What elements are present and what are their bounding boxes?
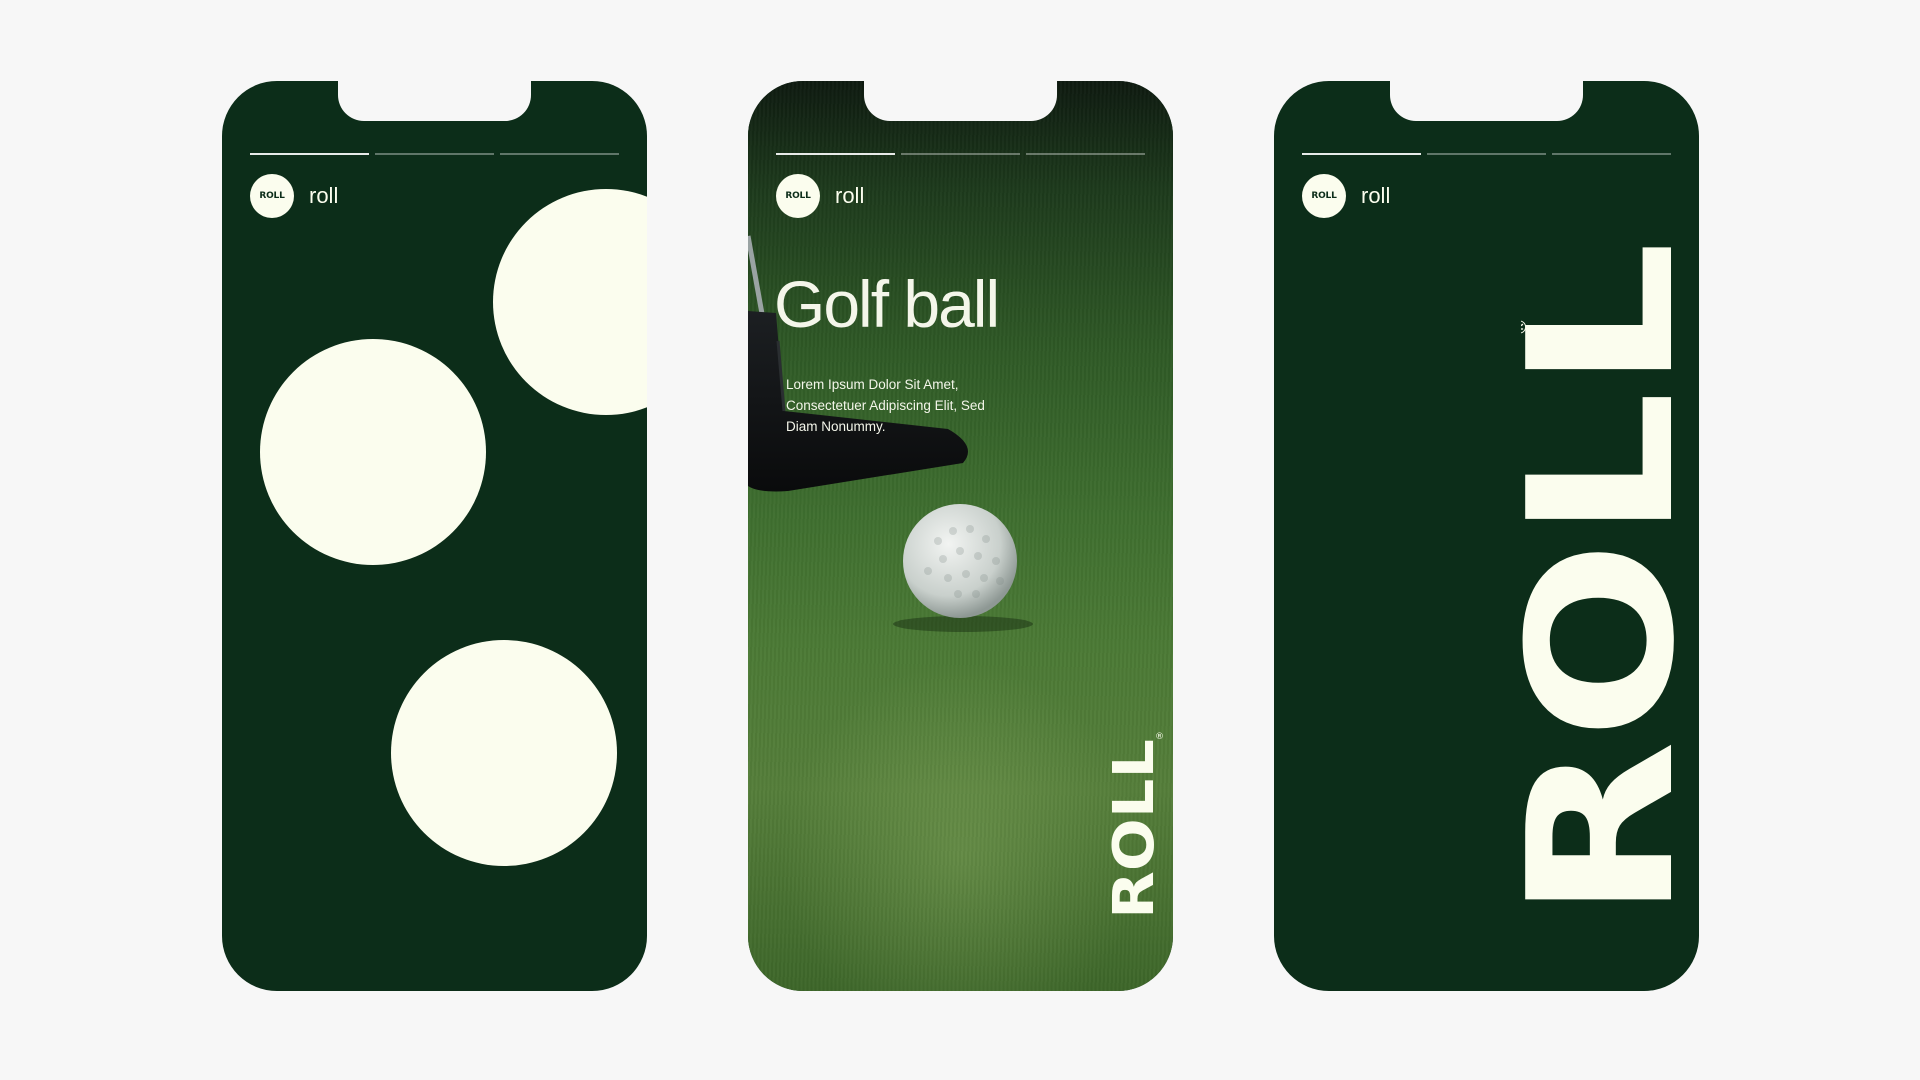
progress-segment: [375, 153, 494, 155]
roll-wordmark-text: ROLL: [1521, 241, 1691, 921]
phone-notch: [1390, 81, 1583, 121]
story-title: Golf ball: [774, 267, 1000, 341]
cream-circle: [260, 339, 486, 565]
story-header[interactable]: ROLL roll: [776, 174, 864, 218]
cream-circle: [391, 640, 617, 866]
brand-avatar[interactable]: ROLL: [250, 174, 294, 218]
story-header[interactable]: ROLL roll: [250, 174, 338, 218]
registered-mark: ®: [1155, 732, 1163, 742]
roll-wordmark-small: ROLL ®: [1103, 732, 1163, 919]
story-progress-bar: [1302, 153, 1671, 155]
phone-story-wordmark: ROLL roll ROLL ®: [1274, 81, 1699, 991]
registered-mark: ®: [1521, 318, 1531, 336]
story-body-text: Lorem Ipsum Dolor Sit Amet, Consectetuer…: [786, 377, 985, 434]
phone-story-circles: ROLL roll: [222, 81, 647, 991]
progress-segment: [1427, 153, 1546, 155]
progress-segment: [1302, 153, 1421, 155]
roll-wordmark-text: ROLL: [1103, 739, 1163, 919]
cream-circle: [493, 189, 647, 415]
progress-segment: [1026, 153, 1145, 155]
brand-avatar[interactable]: ROLL: [1302, 174, 1346, 218]
story-header[interactable]: ROLL roll: [1302, 174, 1390, 218]
progress-segment: [500, 153, 619, 155]
story-progress-bar: [776, 153, 1145, 155]
progress-segment: [1552, 153, 1671, 155]
brand-handle[interactable]: roll: [1361, 183, 1390, 209]
phone-story-golf: ROLL roll Golf ball Lorem Ipsum Dolor Si…: [748, 81, 1173, 991]
phone-notch: [864, 81, 1057, 121]
brand-handle[interactable]: roll: [309, 183, 338, 209]
progress-segment: [901, 153, 1020, 155]
progress-segment: [250, 153, 369, 155]
brand-avatar[interactable]: ROLL: [776, 174, 820, 218]
roll-wordmark-large: ROLL ®: [1521, 241, 1691, 921]
brand-handle[interactable]: roll: [835, 183, 864, 209]
progress-segment: [776, 153, 895, 155]
phone-notch: [338, 81, 531, 121]
story-progress-bar: [250, 153, 619, 155]
